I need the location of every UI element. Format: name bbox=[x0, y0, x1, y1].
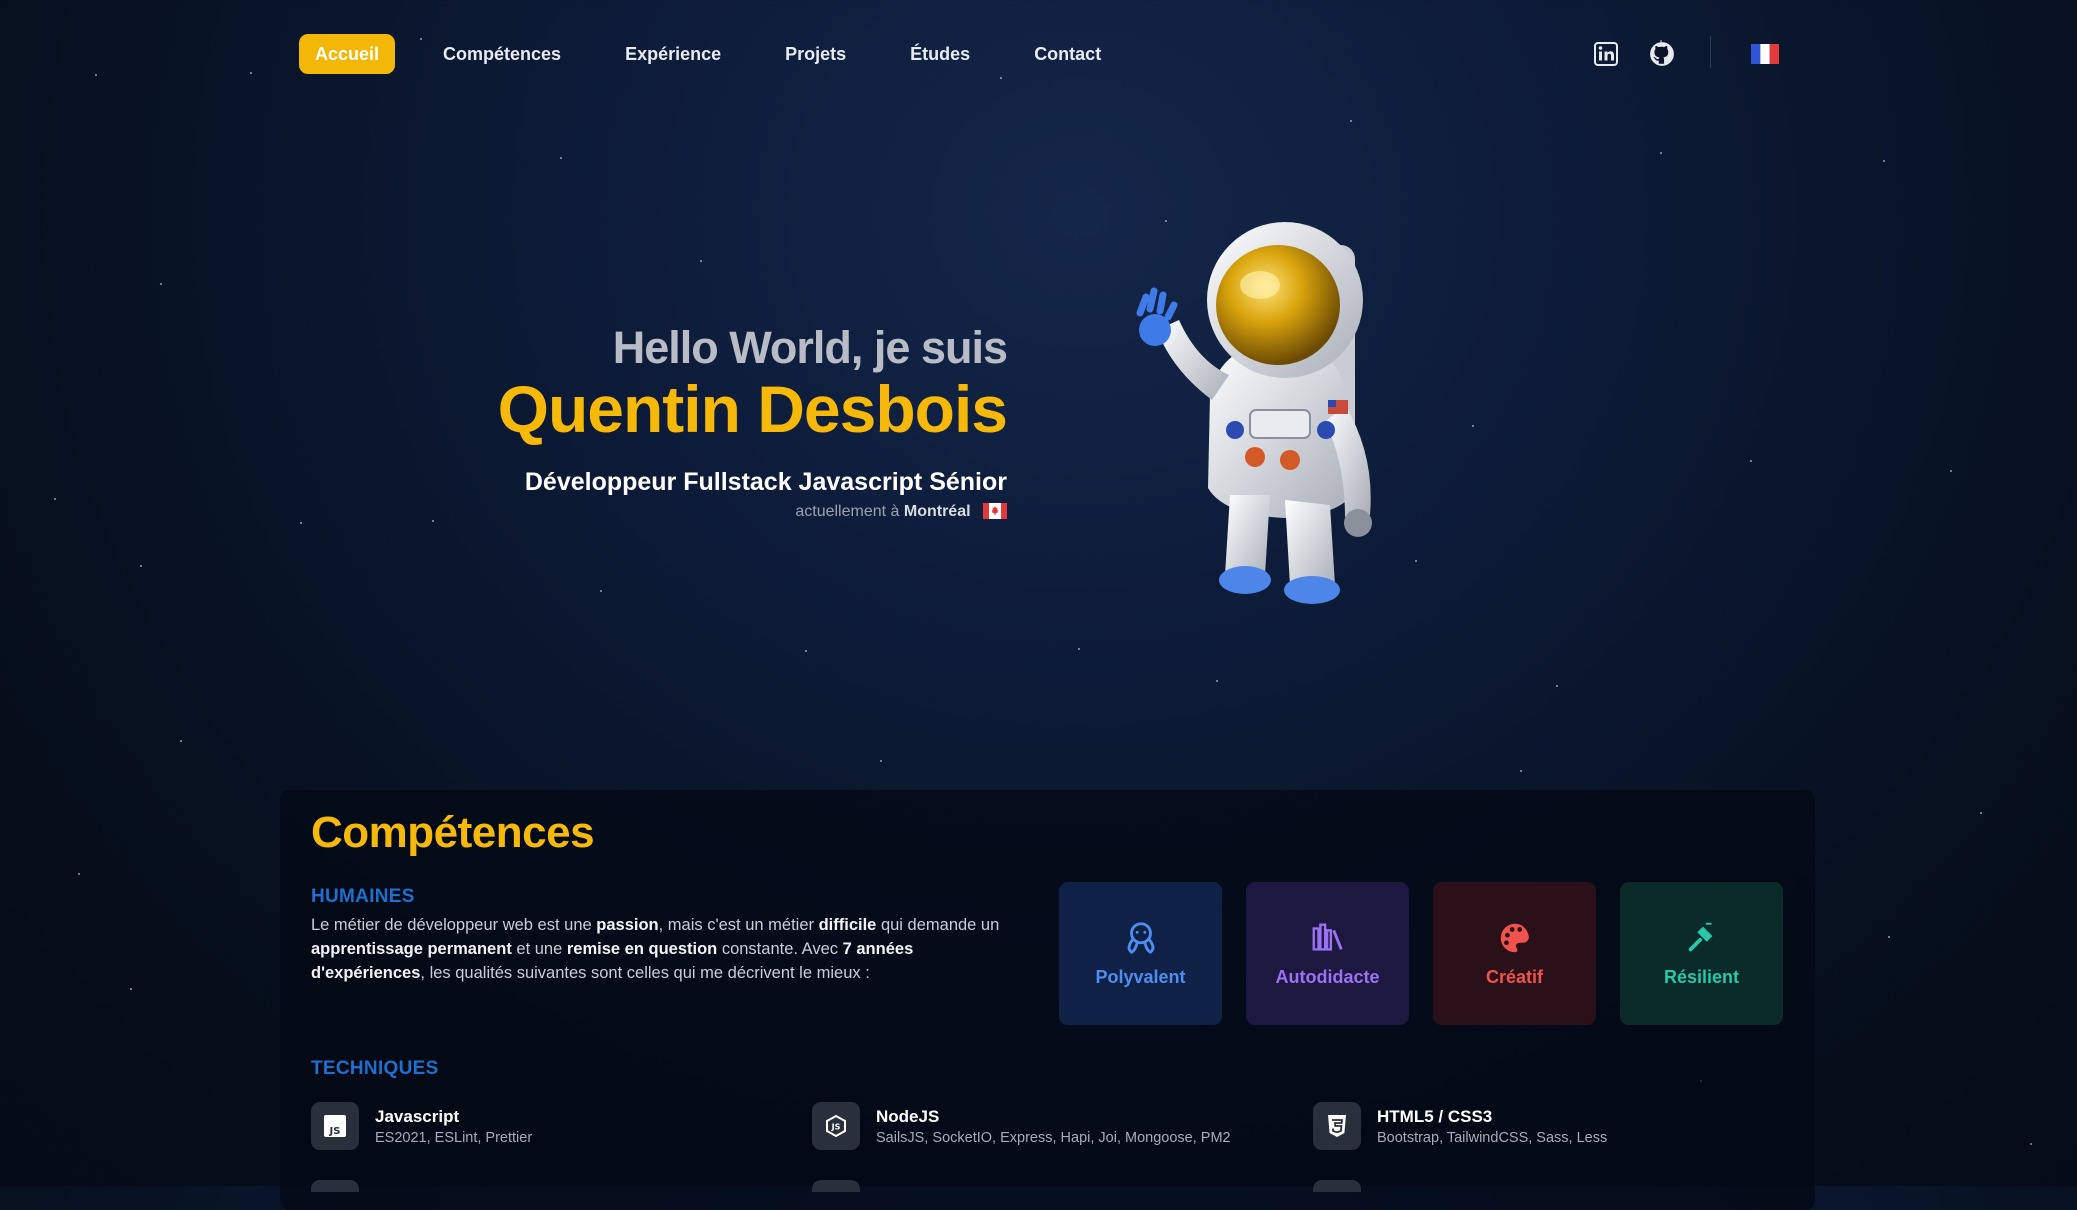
tech-name: HTML5 / CSS3 bbox=[1377, 1106, 1493, 1126]
tech-icon-partial bbox=[1313, 1180, 1361, 1192]
flag-fr-icon[interactable] bbox=[1751, 41, 1779, 67]
tech-item-javascript: JS Javascript ES2021, ESLint, Prettier bbox=[311, 1102, 532, 1150]
location-city: Montréal bbox=[903, 503, 971, 520]
humaines-title: HUMAINES bbox=[311, 886, 415, 907]
quality-card-polyvalent: Polyvalent bbox=[1059, 882, 1222, 1025]
nodejs-icon: JS bbox=[812, 1102, 860, 1150]
hammer-icon bbox=[1688, 922, 1712, 952]
hero-greeting: Hello World, je suis bbox=[612, 322, 1008, 373]
tech-details: Bootstrap, TailwindCSS, Sass, Less bbox=[1377, 1129, 1608, 1146]
location-prefix: actuellement à bbox=[795, 503, 900, 520]
quality-label: Autodidacte bbox=[1275, 967, 1380, 987]
nav-divider bbox=[1710, 36, 1711, 68]
tech-icon-partial bbox=[812, 1180, 860, 1192]
hero-name: Quentin Desbois bbox=[497, 372, 1008, 446]
svg-text:JS: JS bbox=[329, 1126, 341, 1137]
quality-label: Résilient bbox=[1663, 967, 1740, 987]
hero-text: Hello World, je suis Quentin Desbois Dév… bbox=[497, 320, 1008, 524]
svg-text:JS: JS bbox=[831, 1123, 841, 1132]
flag-ca-icon bbox=[983, 503, 1007, 524]
nav-item-competences[interactable]: Compétences bbox=[427, 34, 577, 74]
tech-item-html-css: HTML5 / CSS3 Bootstrap, TailwindCSS, Sas… bbox=[1313, 1102, 1607, 1150]
astronaut-illustration bbox=[1100, 205, 1440, 625]
js-icon: JS bbox=[311, 1102, 359, 1150]
nav-item-projets[interactable]: Projets bbox=[769, 34, 862, 74]
main-nav: Accueil Compétences Expérience Projets É… bbox=[299, 34, 1149, 74]
nav-item-contact[interactable]: Contact bbox=[1018, 34, 1117, 74]
humaines-description: Le métier de développeur web est une pas… bbox=[311, 916, 1000, 982]
github-icon[interactable] bbox=[1649, 41, 1675, 67]
competences-title: Compétences bbox=[311, 808, 595, 857]
books-icon bbox=[1312, 923, 1343, 951]
nav-item-accueil[interactable]: Accueil bbox=[299, 34, 396, 74]
tech-details: ES2021, ESLint, Prettier bbox=[375, 1129, 533, 1146]
hero-role: Développeur Fullstack Javascript Sénior bbox=[524, 468, 1007, 496]
html5-icon bbox=[1313, 1102, 1361, 1150]
tech-name: NodeJS bbox=[876, 1106, 940, 1126]
quality-card-creatif: Créatif bbox=[1433, 882, 1596, 1025]
nav-item-experience[interactable]: Expérience bbox=[609, 34, 737, 74]
tech-details: SailsJS, SocketIO, Express, Hapi, Joi, M… bbox=[876, 1129, 1231, 1146]
quality-card-autodidacte: Autodidacte bbox=[1246, 882, 1409, 1025]
quality-label: Polyvalent bbox=[1095, 967, 1186, 987]
quality-card-resilient: Résilient bbox=[1620, 882, 1783, 1025]
quality-label: Créatif bbox=[1485, 967, 1543, 987]
tech-icon-partial bbox=[311, 1180, 359, 1192]
nav-item-etudes[interactable]: Études bbox=[894, 34, 986, 74]
tech-item-nodejs: JS NodeJS SailsJS, SocketIO, Express, Ha… bbox=[812, 1102, 1231, 1150]
linkedin-icon[interactable] bbox=[1593, 41, 1619, 67]
hero-location: actuellement à Montréal bbox=[498, 503, 1007, 524]
tech-name: Javascript bbox=[375, 1106, 460, 1126]
techniques-title: TECHNIQUES bbox=[311, 1058, 439, 1079]
octopus-icon bbox=[1127, 922, 1154, 954]
palette-icon bbox=[1500, 923, 1529, 953]
